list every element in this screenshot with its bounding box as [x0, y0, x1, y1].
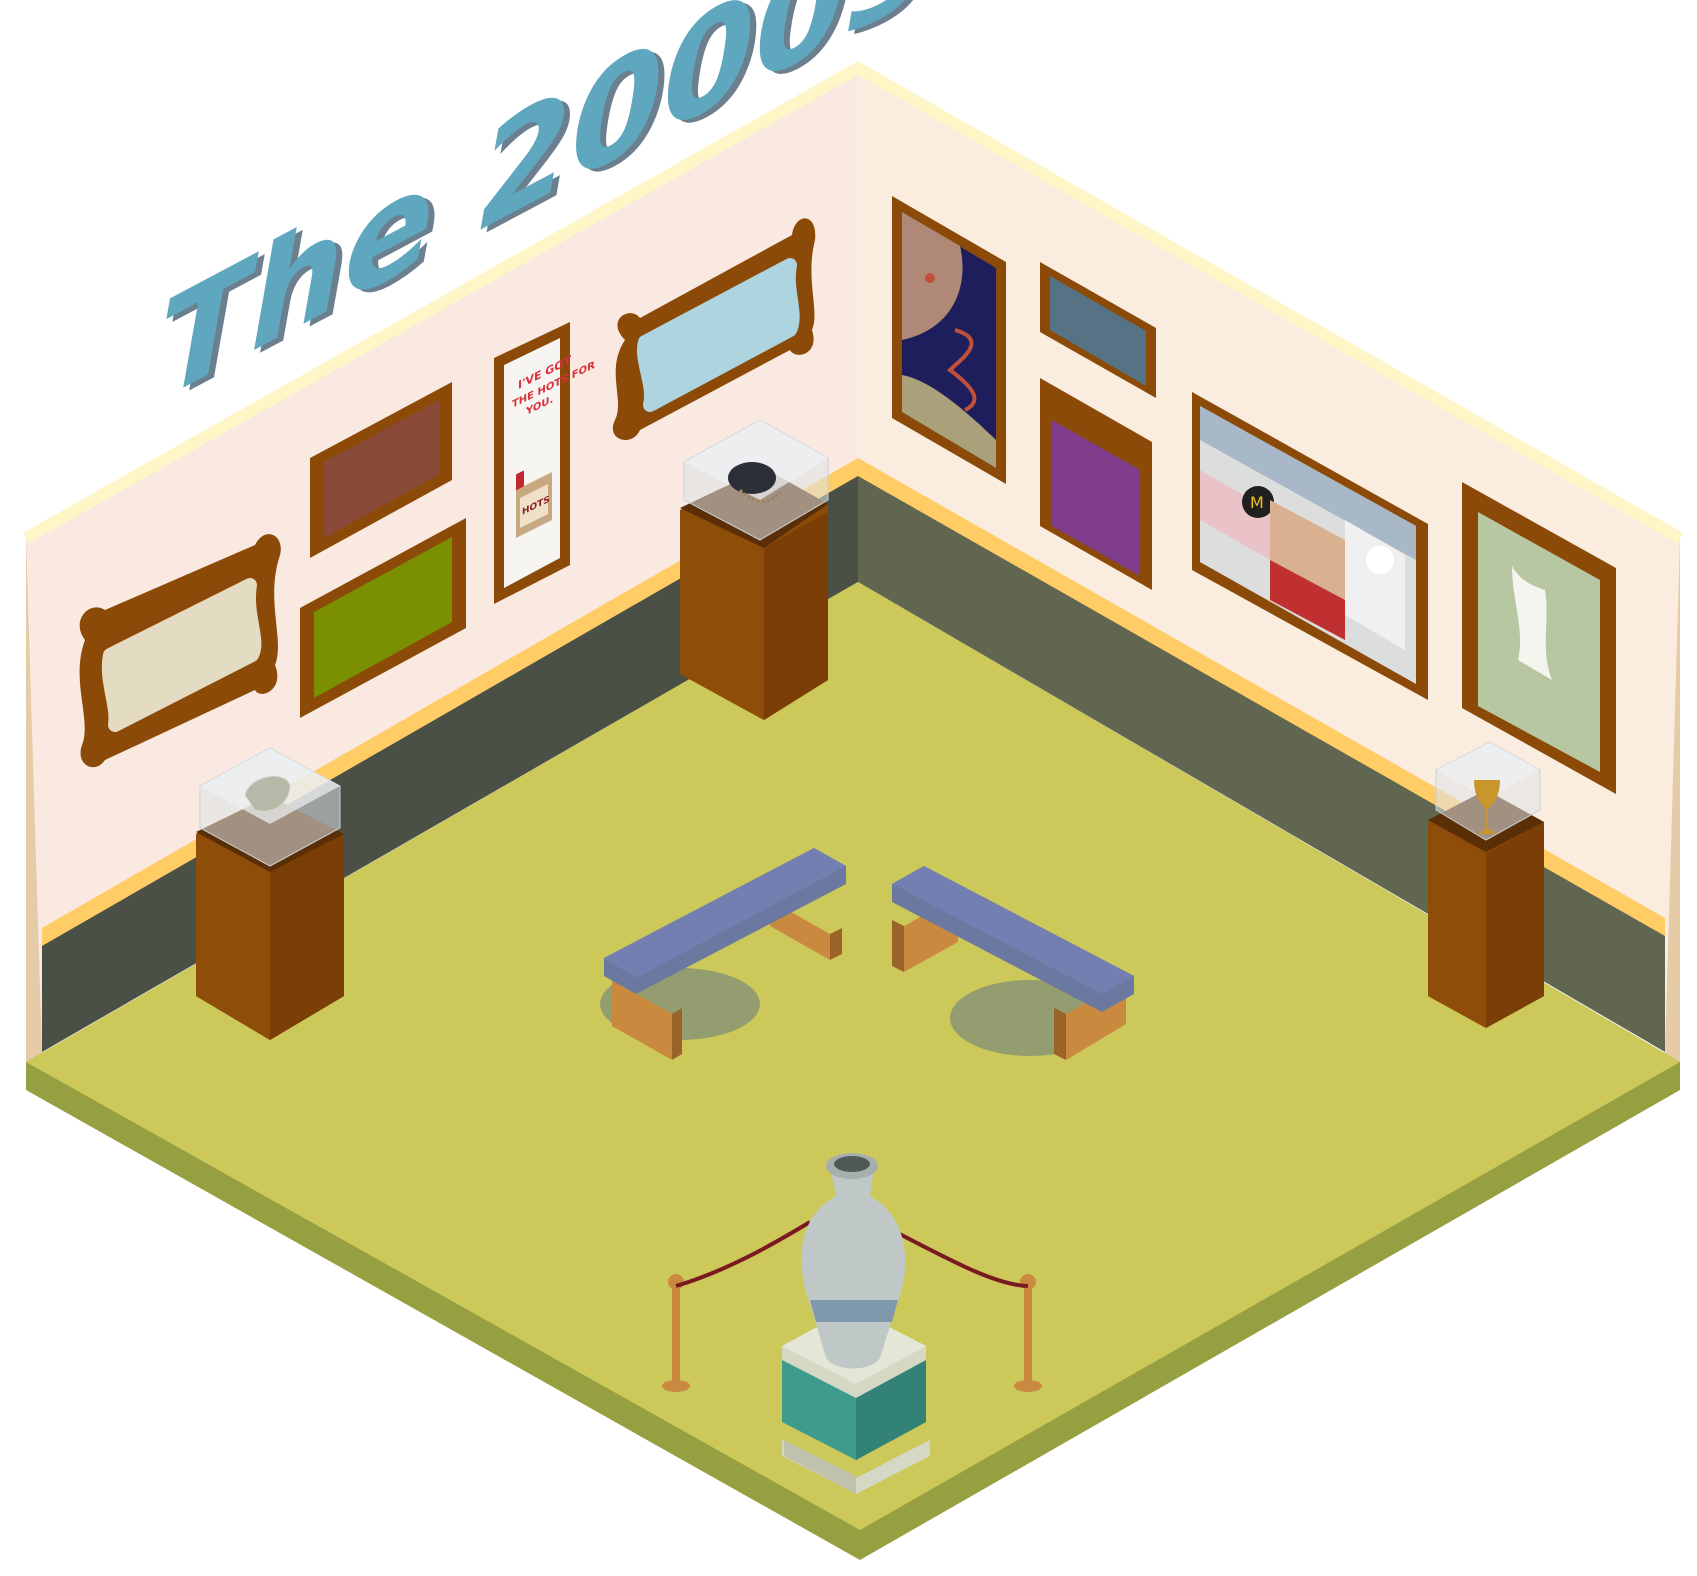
- svg-text:M: M: [1250, 493, 1264, 512]
- pedestal-center: [680, 419, 829, 720]
- pedestal-right: [1428, 741, 1544, 1028]
- gallery-room-scene: The 2000s The 2000s I'VE GOT THE HOTS FO…: [23, 0, 1683, 1560]
- pedestal-left: [196, 747, 344, 1040]
